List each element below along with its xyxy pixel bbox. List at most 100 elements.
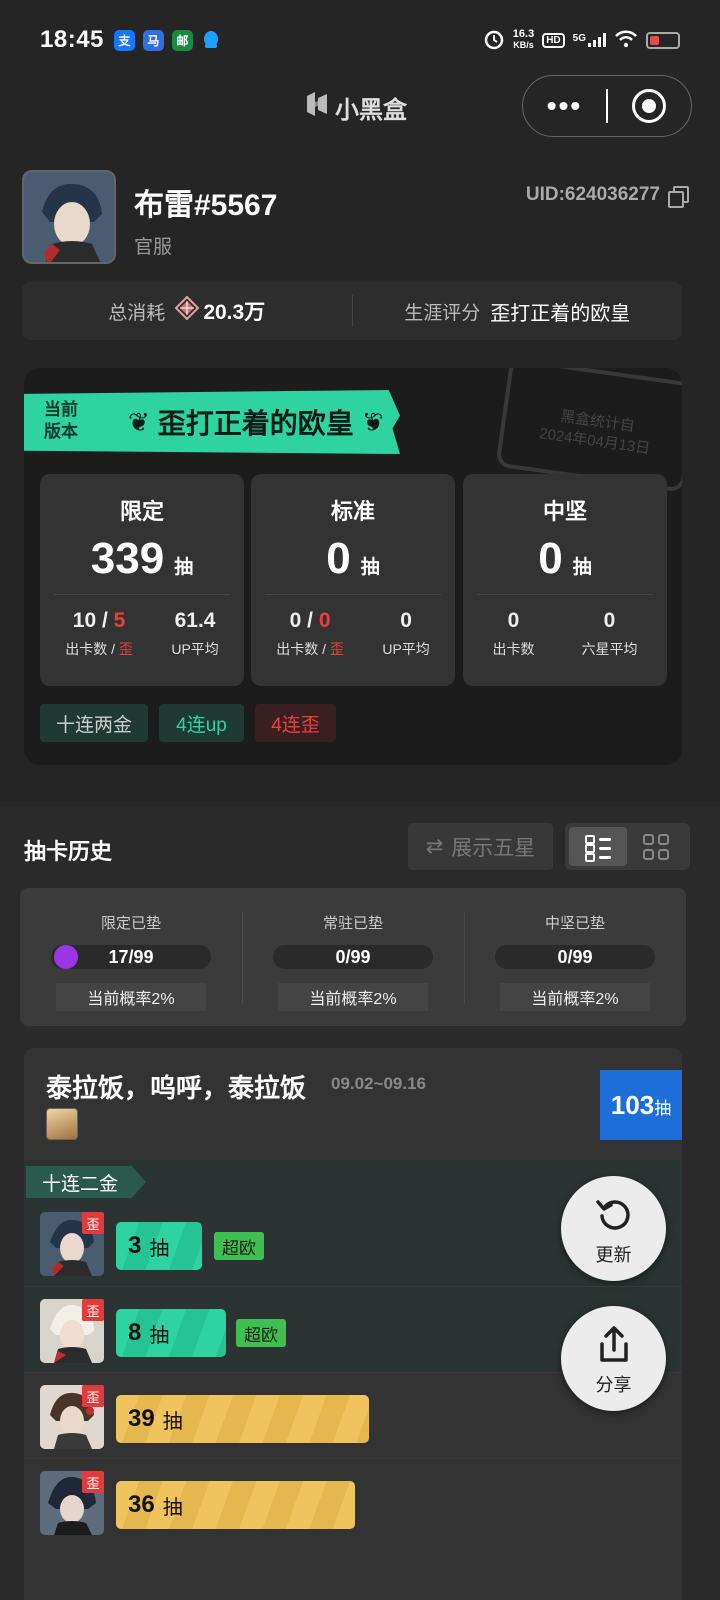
qq-icon [201,30,222,51]
grid-view-button[interactable] [627,827,685,866]
stat-unit: 抽 [572,557,592,578]
pity-progress: 0/99 [273,945,433,969]
tag-ten-two-gold: 十连两金 [40,704,148,742]
banner-total-pulls: 103 抽 [600,1070,682,1140]
status-indicators: 16.3 KB/s HD 5G [483,28,680,53]
pity-label: 限定已垫 [100,915,161,932]
off-banner-badge: 歪 [82,1385,104,1407]
tag-four-up: 4连up [159,704,244,742]
stat-up-avg-label: UP平均 [171,641,219,657]
stat-up-avg-value: 61.4 [174,609,216,632]
profile-header: 布雷#5567 官服 UID:624036277 [22,170,692,270]
version-stats-card: 黑盒统计自 2024年04月13日 当前 版本 ❦ 歪打正着的欧皇 ❦ 限定 3… [24,368,682,765]
laurel-right-icon: ❦ [361,406,384,437]
more-dots-icon[interactable]: ••• [523,90,606,122]
group-tag: 十连二金 [26,1166,147,1198]
avatar[interactable] [22,170,116,264]
copy-icon[interactable] [668,186,689,208]
stat-up-avg-label: UP平均 [382,641,430,657]
stat-up-avg-value: 0 [400,609,412,632]
pity-core: 中坚已垫 0/99 当前概率2% [464,888,686,1026]
top-nav: 小黑盒 ••• [0,70,720,140]
list-view-icon [585,835,611,859]
consumption-label: 总消耗 [108,302,166,324]
stat-card-standard: 标准 0抽 0 / 0 出卡数 / 歪 0 UP平均 [251,474,455,686]
stat-count: 0 [326,534,351,583]
stat-cards-value: 0 / 0 [289,609,331,632]
app-icon: 邮 [171,29,193,51]
username: 布雷#5567 [134,189,278,222]
refresh-label: 更新 [595,1245,632,1265]
version-title: ❦ 歪打正着的欧皇 ❦ [128,406,384,440]
signal-indicator: 5G [573,33,606,47]
rating-value: 歪打正着的欧皇 [490,302,631,325]
version-tag: 当前 版本 [44,400,78,441]
pity-rate: 当前概率2% [56,983,206,1011]
server-label: 官服 [134,237,173,258]
wifi-icon [614,30,638,51]
rating-label: 生涯评分 [404,302,481,324]
pity-limited: 限定已垫 17/99 当前概率2% [20,888,242,1026]
total-consumption: 总消耗 20.3万 [22,295,352,326]
refresh-icon [595,1200,630,1230]
banner-title: 泰拉饭，呜呼，泰拉饭 [46,1073,307,1103]
off-banner-badge: 歪 [82,1212,104,1234]
pity-label: 常驻已垫 [322,915,383,932]
pity-standard: 常驻已垫 0/99 当前概率2% [242,888,464,1026]
pity-label: 中坚已垫 [544,915,605,932]
laurel-left-icon: ❦ [128,406,150,437]
share-button[interactable]: 分享 [561,1306,666,1411]
stat-count: 0 [538,534,563,583]
pity-rate: 当前概率2% [278,983,428,1011]
swap-icon: ⇄ [425,835,444,858]
off-banner-badge: 歪 [82,1471,104,1493]
pull-count-bar: 3抽 [116,1222,202,1270]
pity-rate: 当前概率2% [500,983,650,1011]
status-app-icons: 支 马 邮 [113,29,222,51]
grid-view-icon [643,833,669,860]
pity-progress-fill [54,945,78,969]
pull-count-bar: 39 抽 [116,1395,369,1443]
stat-cards-value: 0 [507,609,520,632]
mini-program-capsule: ••• [522,75,692,137]
stat-title: 限定 [119,499,164,524]
stat-unit: 抽 [174,557,194,578]
stat-cards-label: 出卡数 / 歪 [276,641,344,657]
stat-title: 标准 [330,499,375,524]
stat-cards-value: 10 / 5 [72,609,126,632]
list-view-button[interactable] [569,827,627,866]
banner-date: 09.02~09.16 [331,1074,427,1093]
alarm-icon [483,28,505,53]
status-time: 18:45 [40,26,104,53]
stat-cards-label: 出卡数 [492,641,535,657]
uid: UID:624036277 [525,184,689,208]
consumption-value: 20.3万 [174,295,265,326]
stat-title: 中坚 [542,499,587,524]
tag-four-off: 4连歪 [255,704,336,742]
uid-text: UID:624036277 [525,184,660,205]
show-five-star-button[interactable]: ⇄ 展示五星 [408,823,553,870]
alipay-icon: 支 [113,29,135,51]
lucky-chip: 超欧 [214,1232,264,1260]
career-rating: 生涯评分 歪打正着的欧皇 [353,297,683,326]
version-banner: 当前 版本 ❦ 歪打正着的欧皇 ❦ [24,390,400,454]
app-icon: 马 [142,29,164,51]
battery-icon [646,31,680,49]
stat-count: 339 [90,534,165,583]
stat-unit: 抽 [360,557,380,578]
brand: 小黑盒 [305,90,407,125]
stat-six-star-avg-value: 0 [603,609,616,632]
pull-count-bar: 36 抽 [116,1481,355,1529]
stat-card-core: 中坚 0抽 0 出卡数 0 六星平均 [463,474,667,686]
refresh-button[interactable]: 更新 [561,1176,666,1281]
pity-progress: 0/99 [495,945,655,969]
hd-badge: HD [542,32,565,48]
summary-bar: 总消耗 20.3万 生涯评分 歪打正着的欧皇 [22,282,682,340]
brand-name: 小黑盒 [335,97,407,124]
target-icon[interactable] [608,89,691,123]
stat-six-star-avg-label: 六星平均 [581,641,638,657]
pull-count-bar: 8抽 [116,1309,226,1357]
pity-progress: 17/99 [51,945,211,969]
show-five-star-label: 展示五星 [451,836,536,860]
originium-icon [174,295,200,326]
